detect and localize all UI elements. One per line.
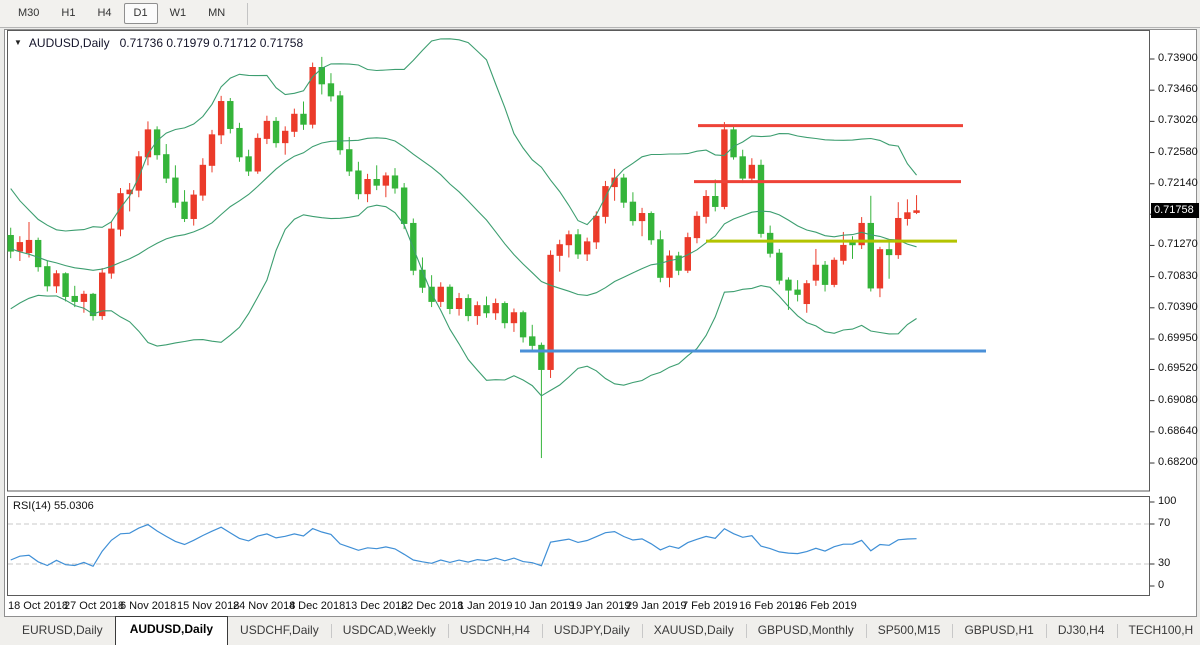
tab-usdchf-daily[interactable]: USDCHF,Daily	[228, 617, 331, 645]
tab-usdcnh-h4[interactable]: USDCNH,H4	[448, 617, 542, 645]
tab-xauusd-daily[interactable]: XAUUSD,Daily	[642, 617, 746, 645]
tab-usdjpy-daily[interactable]: USDJPY,Daily	[542, 617, 642, 645]
timeframe-button-h4[interactable]: H4	[87, 3, 121, 24]
time-axis[interactable]	[0, 597, 1200, 617]
tab-gbpusd-h1[interactable]: GBPUSD,H1	[952, 617, 1045, 645]
tab-dj30-h4[interactable]: DJ30,H4	[1046, 617, 1117, 645]
symbol-tab-bar: EURUSD,DailyAUDUSD,DailyUSDCHF,DailyUSDC…	[0, 617, 1200, 645]
tab-audusd-daily[interactable]: AUDUSD,Daily	[115, 616, 228, 645]
timeframe-toolbar: M30H1H4D1W1MN	[0, 0, 1200, 28]
rsi-canvas[interactable]	[8, 496, 1149, 596]
tab-gbpusd-monthly[interactable]: GBPUSD,Monthly	[746, 617, 866, 645]
timeframe-button-h1[interactable]: H1	[51, 3, 85, 24]
tab-usdcad-weekly[interactable]: USDCAD,Weekly	[331, 617, 448, 645]
price-axis[interactable]	[1150, 30, 1200, 596]
timeframe-button-w1[interactable]: W1	[160, 3, 197, 24]
timeframe-button-mn[interactable]: MN	[198, 3, 235, 24]
tab-tech100-h[interactable]: TECH100,H	[1117, 617, 1200, 645]
timeframe-button-m30[interactable]: M30	[8, 3, 49, 24]
tab-sp500-m15[interactable]: SP500,M15	[866, 617, 953, 645]
chart-canvas[interactable]	[8, 30, 1149, 491]
toolbar-separator	[247, 3, 248, 25]
tab-eurusd-daily[interactable]: EURUSD,Daily	[10, 617, 115, 645]
timeframe-button-d1[interactable]: D1	[124, 3, 158, 24]
